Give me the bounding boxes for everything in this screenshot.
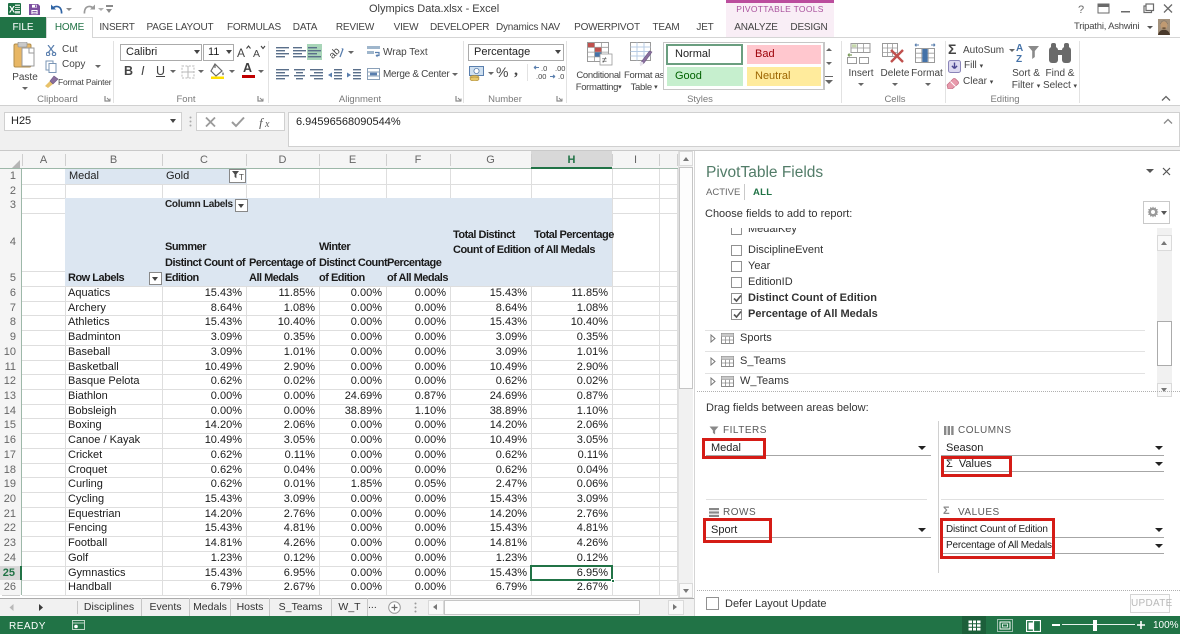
- svg-text:ab: ab: [330, 45, 343, 59]
- svg-text:Z: Z: [1016, 54, 1022, 65]
- svg-text:A: A: [253, 48, 260, 60]
- svg-text:x: x: [264, 119, 270, 129]
- svg-text:A: A: [1016, 43, 1023, 54]
- svg-text:.0: .0: [558, 72, 564, 81]
- svg-text:.00: .00: [536, 72, 546, 81]
- svg-text:X: X: [9, 5, 15, 15]
- svg-text:A: A: [237, 46, 245, 60]
- svg-text:?: ?: [1078, 4, 1084, 15]
- svg-text:≠: ≠: [602, 55, 607, 65]
- svg-text:T: T: [239, 173, 244, 181]
